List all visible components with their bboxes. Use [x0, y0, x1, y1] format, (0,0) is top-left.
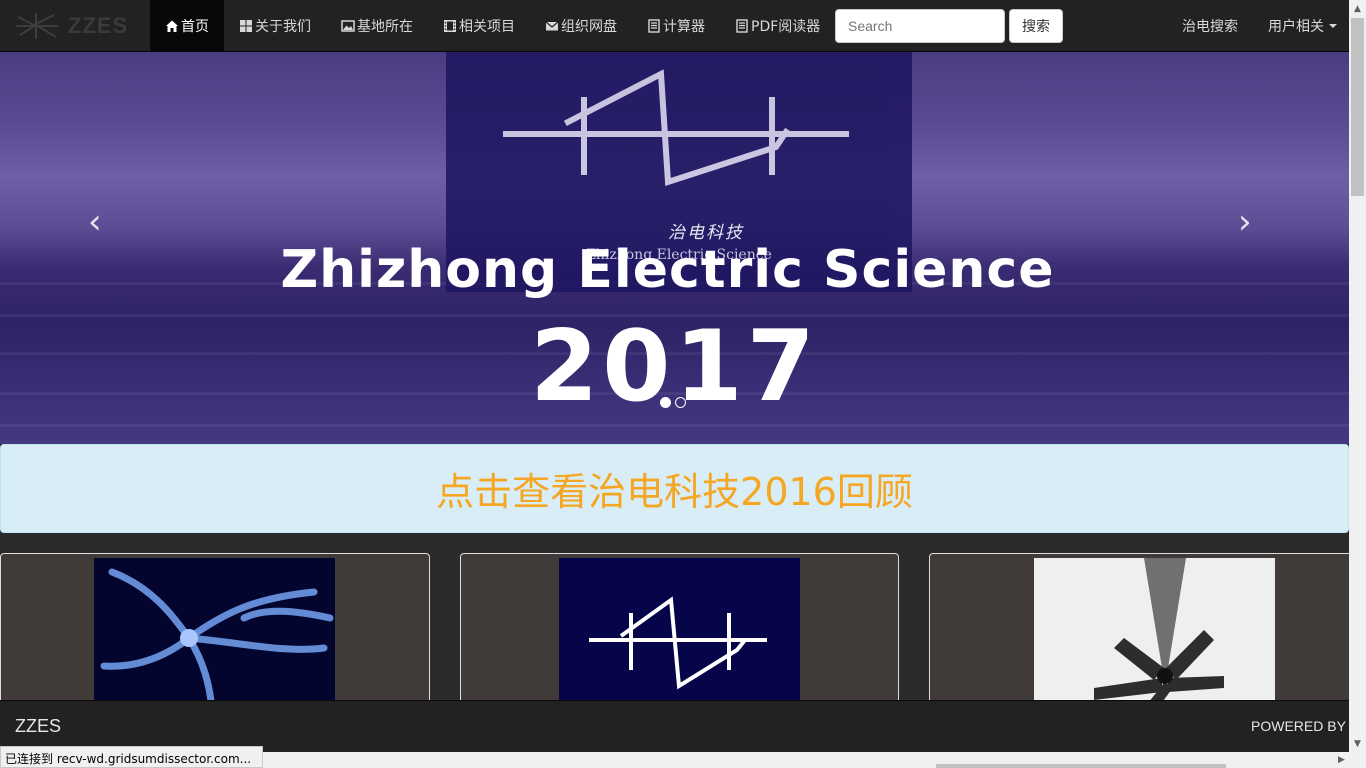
search-button[interactable]: 搜索	[1009, 9, 1063, 43]
nav-projects[interactable]: 相关项目	[428, 0, 530, 52]
nav-zhidian-search-label: 治电搜索	[1182, 19, 1238, 35]
envelope-icon	[545, 19, 559, 33]
nav-zhidian-search[interactable]: 治电搜索	[1167, 0, 1253, 52]
list-icon	[647, 18, 661, 33]
footer-brand[interactable]: ZZES	[15, 716, 61, 737]
carousel-indicator-1[interactable]	[660, 397, 671, 408]
home-icon	[165, 19, 179, 33]
scroll-right-arrow-icon[interactable]: ▶	[1334, 752, 1349, 768]
chevron-left-icon: ‹	[88, 202, 102, 242]
review-banner[interactable]: 点击查看治电科技2016回顾	[0, 444, 1349, 533]
footer-powered-by: POWERED BY	[1251, 718, 1346, 734]
zhizhong-logo-icon	[503, 69, 849, 187]
nav-calculator-label: 计算器	[663, 18, 705, 35]
slide-title: Zhizhong Electric Science	[280, 240, 1055, 300]
horizontal-scroll-thumb[interactable]	[936, 764, 1226, 768]
carousel-prev-button[interactable]: ‹	[88, 202, 102, 242]
scroll-down-arrow-icon[interactable]: ▼	[1349, 735, 1366, 752]
film-icon	[443, 19, 457, 33]
carousel-next-button[interactable]: ›	[1238, 202, 1252, 242]
vertical-scrollbar[interactable]: ▲ ▼	[1349, 0, 1366, 752]
search-input[interactable]	[835, 9, 1005, 43]
scrollbar-corner	[1349, 752, 1366, 768]
brand-mark-icon	[16, 12, 58, 39]
nav-about[interactable]: 关于我们	[224, 0, 326, 52]
user-menu-label: 用户相关	[1268, 19, 1324, 35]
vertical-scroll-thumb[interactable]	[1351, 18, 1364, 196]
picture-icon	[341, 19, 355, 33]
nav-about-label: 关于我们	[255, 18, 311, 35]
grid-icon	[239, 19, 253, 33]
brand-text: ZZES	[68, 12, 129, 38]
carousel-indicator-2[interactable]	[675, 397, 686, 408]
footer-bar: ZZES POWERED BY	[0, 700, 1349, 752]
user-menu-dropdown[interactable]: 用户相关	[1253, 0, 1352, 52]
thumbnail-card-3[interactable]	[929, 553, 1359, 713]
nav-location-label: 基地所在	[357, 18, 413, 35]
browser-status-bar: 已连接到 recv-wd.gridsumdissector.com...	[0, 746, 263, 768]
top-navbar: ZZES 首页 关于我们 基地所在 相关项目 组织网盘 计算器 PDF阅读器 S…	[0, 0, 1349, 52]
nav-netdisk[interactable]: 组织网盘	[530, 0, 632, 52]
water-ripple	[0, 424, 1349, 427]
nav-projects-label: 相关项目	[459, 18, 515, 35]
brand-logo[interactable]: ZZES	[0, 0, 150, 52]
neuron-image	[94, 558, 335, 708]
thumbnail-card-1[interactable]	[0, 553, 430, 713]
nav-netdisk-label: 组织网盘	[561, 18, 617, 35]
scroll-up-arrow-icon[interactable]: ▲	[1349, 0, 1366, 17]
list-icon	[735, 18, 749, 33]
caret-down-icon	[1329, 24, 1337, 28]
chevron-right-icon: ›	[1238, 202, 1252, 242]
nav-pdf-reader[interactable]: PDF阅读器	[720, 0, 835, 52]
review-banner-text: 点击查看治电科技2016回顾	[436, 470, 913, 514]
thumbnail-card-2[interactable]	[460, 553, 899, 713]
device-image	[1034, 558, 1275, 708]
nav-calculator[interactable]: 计算器	[632, 0, 720, 52]
nav-pdf-reader-label: PDF阅读器	[751, 18, 821, 35]
nav-location[interactable]: 基地所在	[326, 0, 428, 52]
nav-home[interactable]: 首页	[150, 0, 224, 52]
hero-carousel: 治电科技 Zhizhong Electric Science Zhizhong …	[0, 52, 1349, 444]
nav-home-label: 首页	[181, 18, 209, 35]
horizontal-scrollbar[interactable]: ▶	[263, 752, 1349, 768]
carousel-indicators	[660, 397, 686, 408]
logo-image	[559, 558, 800, 708]
